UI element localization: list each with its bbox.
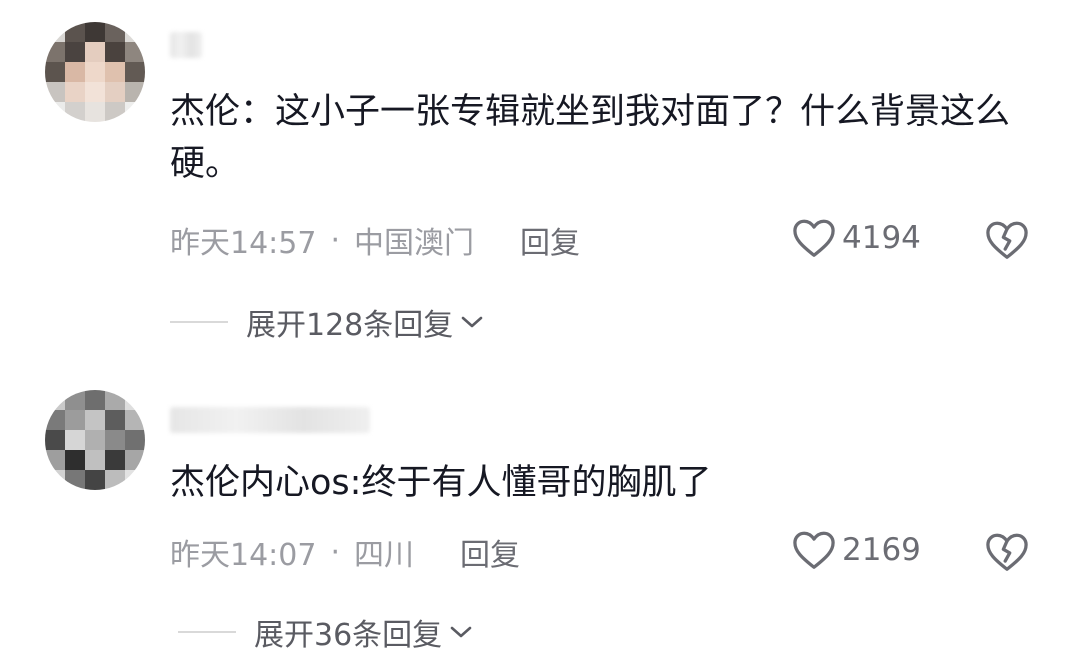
- expand-replies-label: 展开36条回复: [254, 618, 443, 653]
- meta-separator: ·: [330, 534, 341, 570]
- comment-item: 杰伦：这小子一张专辑就坐到我对面了？什么背景这么硬。 昨天14:57 · 中国澳…: [0, 0, 1080, 345]
- expand-replies-label: 展开128条回复: [246, 308, 454, 343]
- comment-text: 杰伦内心os:终于有人懂哥的胸肌了: [170, 463, 712, 503]
- comment-time: 昨天14:07: [170, 538, 317, 573]
- chevron-down-icon: [461, 316, 483, 328]
- expand-replies-button[interactable]: 展开36条回复: [178, 610, 474, 654]
- divider-line: [170, 321, 228, 323]
- expand-replies-button[interactable]: 展开128条回复: [170, 300, 485, 344]
- username-blurred[interactable]: [170, 32, 202, 58]
- reply-button[interactable]: 回复: [460, 530, 520, 574]
- comment-item: 杰伦内心os:终于有人懂哥的胸肌了 昨天14:07 · 四川 回复 2169 展…: [0, 345, 1080, 665]
- reply-button[interactable]: 回复: [520, 218, 580, 262]
- heart-outline-icon: [793, 219, 835, 257]
- dislike-button[interactable]: [985, 532, 1029, 576]
- comment-meta: 昨天14:07 · 四川 回复: [170, 530, 520, 574]
- like-button[interactable]: 4194: [792, 218, 921, 258]
- like-button[interactable]: 2169: [792, 530, 921, 570]
- divider-line: [178, 631, 236, 633]
- avatar[interactable]: [45, 22, 145, 122]
- broken-heart-icon: [986, 533, 1028, 571]
- heart-outline-icon: [793, 531, 835, 569]
- comment-time: 昨天14:57: [170, 226, 317, 261]
- like-count: 4194: [842, 220, 921, 256]
- comment-text: 杰伦：这小子一张专辑就坐到我对面了？什么背景这么硬。: [170, 92, 1011, 184]
- like-count: 2169: [842, 532, 921, 568]
- comment-location: 中国澳门: [354, 226, 475, 261]
- broken-heart-icon: [986, 221, 1028, 259]
- dislike-button[interactable]: [985, 220, 1029, 264]
- chevron-down-icon: [450, 626, 472, 638]
- username-blurred[interactable]: [170, 407, 370, 433]
- avatar[interactable]: [45, 390, 145, 490]
- comment-meta: 昨天14:57 · 中国澳门 回复: [170, 218, 580, 262]
- comment-location: 四川: [354, 538, 415, 573]
- meta-separator: ·: [330, 222, 341, 258]
